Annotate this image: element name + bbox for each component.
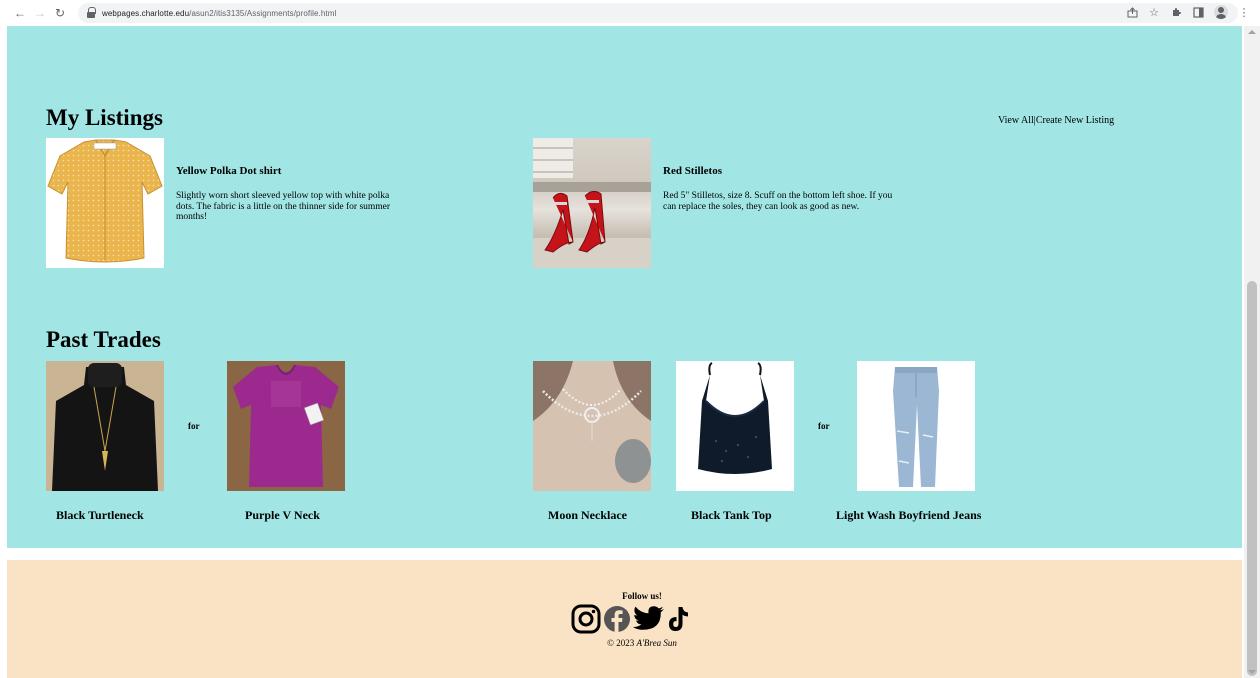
tiktok-icon[interactable] [667,606,689,637]
profile-avatar-icon[interactable] [1214,5,1228,19]
copyright-text: © 2023 A'Brea Sun [7,638,1260,648]
reload-icon[interactable]: ↻ [52,5,68,21]
page-footer: Follow us! © 2023 A'Brea Sun [7,560,1242,678]
side-panel-icon[interactable] [1192,5,1204,19]
browser-toolbar: ← → ↻ webpages.charlotte.edu/asun2/itis3… [0,0,1260,26]
instagram-icon[interactable] [571,604,601,639]
page-scrollbar[interactable] [1244,26,1260,678]
create-new-listing-link[interactable]: Create New Listing [1036,115,1114,126]
copyright-name: A'Brea Sun [636,638,677,648]
scroll-up-icon[interactable] [1248,30,1256,34]
scrollbar-thumb[interactable] [1247,281,1257,676]
trade-item-label: Light Wash Boyfriend Jeans [836,508,982,522]
black-turtleneck-photo[interactable] [46,361,164,491]
listing-links: View All|Create New Listing [998,115,1114,126]
follow-us-text: Follow us! [622,591,662,601]
forward-icon[interactable]: → [32,5,48,21]
trade-item-label: Black Turtleneck [56,508,144,522]
listing-item-description: Red 5" Stilletos, size 8. Scuff on the b… [663,191,893,212]
moon-necklace-photo[interactable] [533,361,651,491]
listing-item-name: Red Stilletos [663,165,722,177]
trade-item-label: Moon Necklace [548,508,627,522]
url-path: /asun2/itis3135/Assignments/profile.html [189,8,337,18]
share-icon[interactable] [1126,5,1138,19]
menu-kebab-icon[interactable]: ⋮ [1238,5,1250,19]
scroll-down-icon[interactable] [1248,670,1256,674]
trade-item-label: Purple V Neck [245,508,320,522]
copyright-prefix: © 2023 [607,638,635,648]
trade-for-label: for [188,421,200,431]
url-text[interactable]: webpages.charlotte.edu/asun2/itis3135/As… [102,9,336,18]
social-links [571,604,689,639]
past-trades-heading: Past Trades [46,327,161,352]
trade-for-label: for [818,421,830,431]
bookmark-star-icon[interactable]: ☆ [1148,5,1160,19]
my-listings-heading: My Listings [46,105,163,130]
yellow-shirt-photo[interactable] [46,138,164,268]
main-content: My Listings View All|Create New Listing … [7,26,1242,548]
view-all-link[interactable]: View All [998,115,1034,126]
listing-item-name: Yellow Polka Dot shirt [176,165,282,177]
extensions-icon[interactable] [1170,5,1182,19]
address-bar[interactable]: webpages.charlotte.edu/asun2/itis3135/As… [78,3,1238,23]
facebook-icon[interactable] [603,605,631,638]
purple-v-neck-photo[interactable] [227,361,345,491]
red-stilettos-photo[interactable] [533,138,651,268]
url-host: webpages.charlotte.edu [102,8,190,18]
twitter-icon[interactable] [633,605,665,638]
back-icon[interactable]: ← [12,5,28,21]
listing-item-description: Slightly worn short sleeved yellow top w… [176,191,391,222]
black-tank-top-photo[interactable] [676,361,794,491]
light-wash-jeans-photo[interactable] [857,361,975,491]
lock-icon[interactable] [86,7,96,19]
trade-item-label: Black Tank Top [691,508,772,522]
